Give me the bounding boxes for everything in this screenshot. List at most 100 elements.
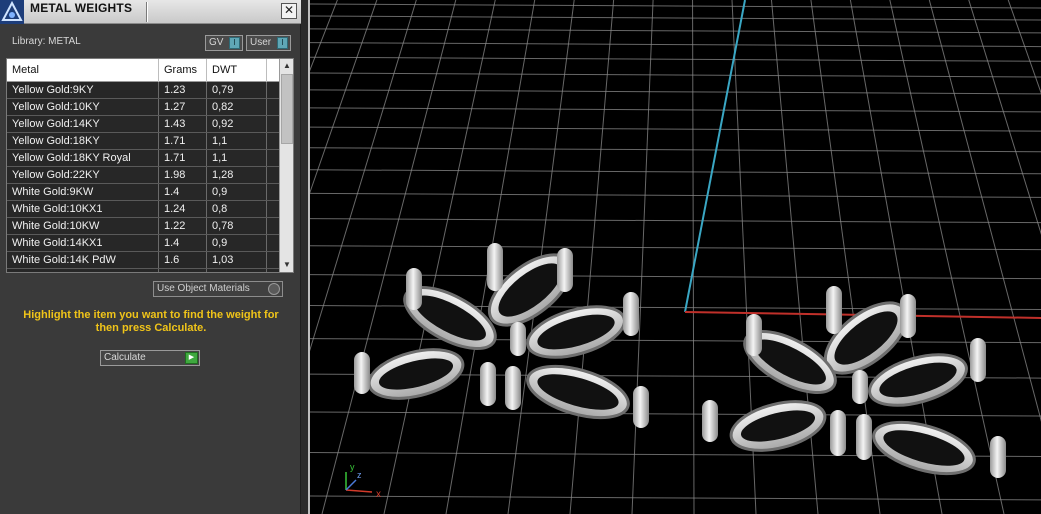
grid-line bbox=[310, 107, 1041, 113]
grid-line bbox=[310, 0, 317, 514]
close-button[interactable]: ✕ bbox=[281, 3, 297, 19]
grid-line bbox=[310, 28, 1041, 34]
grid-line bbox=[310, 15, 1041, 21]
row-spacer bbox=[267, 116, 279, 132]
dwt-cell: 0,9 bbox=[207, 235, 267, 251]
metal-weights-panel: METAL WEIGHTS ✕ Library: METAL GV I User… bbox=[0, 0, 301, 514]
table-scrollbar[interactable]: ▲ ▼ bbox=[279, 59, 293, 272]
grid-line bbox=[310, 495, 1041, 501]
grams-cell: 1.22 bbox=[159, 218, 207, 234]
dwt-cell: 0,82 bbox=[207, 99, 267, 115]
row-spacer bbox=[267, 235, 279, 251]
row-spacer bbox=[267, 150, 279, 166]
table-row[interactable]: White Gold:10KX1 1.24 0,8 bbox=[7, 201, 279, 218]
dwt-cell: 1,1 bbox=[207, 133, 267, 149]
app-window: METAL WEIGHTS ✕ Library: METAL GV I User… bbox=[0, 0, 1041, 514]
grams-cell: 1.34 bbox=[159, 269, 207, 272]
grams-cell: 1.23 bbox=[159, 82, 207, 98]
calculate-label: Calculate bbox=[104, 352, 146, 363]
row-spacer bbox=[267, 269, 279, 272]
calculate-button[interactable]: Calculate ▶ bbox=[100, 350, 200, 366]
table-row[interactable]: Yellow Gold:18KY Royal 1.71 1,1 bbox=[7, 150, 279, 167]
grams-cell: 1.43 bbox=[159, 116, 207, 132]
table-row[interactable]: Yellow Gold:22KY 1.98 1,28 bbox=[7, 167, 279, 184]
row-spacer bbox=[267, 133, 279, 149]
metal-cell: Yellow Gold:14KY bbox=[7, 116, 159, 132]
dwt-cell: 0,79 bbox=[207, 82, 267, 98]
metal-cell: Yellow Gold:22KY bbox=[7, 167, 159, 183]
grid-line bbox=[310, 147, 1041, 153]
axis-y-label: y bbox=[350, 462, 355, 472]
grid-line bbox=[310, 0, 417, 352]
dwt-cell: 0,92 bbox=[207, 116, 267, 132]
table-row[interactable]: Yellow Gold:9KY 1.23 0,79 bbox=[7, 82, 279, 99]
user-toggle-knob-icon: I bbox=[277, 37, 288, 49]
axis-x-label: x bbox=[376, 489, 381, 500]
scroll-thumb[interactable] bbox=[281, 74, 293, 144]
grid-line bbox=[310, 411, 1041, 417]
dwt-cell: 1,1 bbox=[207, 150, 267, 166]
grid-line bbox=[569, 0, 615, 514]
play-arrow-icon: ▶ bbox=[185, 352, 198, 364]
scroll-down-icon[interactable]: ▼ bbox=[280, 258, 293, 272]
grams-cell: 1.71 bbox=[159, 133, 207, 149]
metal-cell: White Gold:14KW bbox=[7, 269, 159, 272]
dwt-cell: 1,28 bbox=[207, 167, 267, 183]
earring-model-left[interactable] bbox=[354, 242, 649, 428]
grid-line bbox=[310, 0, 378, 194]
table-row[interactable]: Yellow Gold:10KY 1.27 0,82 bbox=[7, 99, 279, 116]
metal-cell: White Gold:10KW bbox=[7, 218, 159, 234]
row-spacer bbox=[267, 218, 279, 234]
panel-titlebar[interactable]: METAL WEIGHTS ✕ bbox=[0, 0, 301, 24]
dwt-cell: 0,8 bbox=[207, 269, 267, 272]
table-row[interactable]: White Gold:10KW 1.22 0,78 bbox=[7, 218, 279, 235]
library-label: Library: METAL bbox=[12, 36, 81, 47]
gv-library-toggle[interactable]: GV I bbox=[205, 35, 243, 51]
metal-cell: Yellow Gold:18KY Royal bbox=[7, 150, 159, 166]
row-spacer bbox=[267, 252, 279, 268]
metal-cell: White Gold:9KW bbox=[7, 184, 159, 200]
row-spacer bbox=[267, 167, 279, 183]
grid-line bbox=[310, 338, 1041, 344]
grams-cell: 1.24 bbox=[159, 201, 207, 217]
grams-cell: 1.4 bbox=[159, 235, 207, 251]
row-spacer bbox=[267, 201, 279, 217]
metal-cell: White Gold:14KX1 bbox=[7, 235, 159, 251]
table-row[interactable]: Yellow Gold:18KY 1.71 1,1 bbox=[7, 133, 279, 150]
grid-line bbox=[310, 126, 1041, 132]
grid-line bbox=[692, 0, 695, 514]
grid-line bbox=[310, 245, 1041, 251]
metal-cell: White Gold:14K PdW bbox=[7, 252, 159, 268]
gv-toggle-knob-icon: I bbox=[229, 37, 240, 49]
column-header-dwt[interactable]: DWT bbox=[207, 59, 267, 82]
table-row[interactable]: White Gold:14KW1.340,8 bbox=[7, 269, 279, 272]
table-header: Metal Grams DWT bbox=[7, 59, 279, 82]
grid-line bbox=[310, 218, 1041, 224]
table-row[interactable]: Yellow Gold:14KY 1.43 0,92 bbox=[7, 116, 279, 133]
grams-cell: 1.27 bbox=[159, 99, 207, 115]
axis-z-label: z bbox=[357, 470, 362, 480]
column-header-metal[interactable]: Metal bbox=[7, 59, 159, 82]
instruction-text: Highlight the item you want to find the … bbox=[23, 309, 279, 334]
grams-cell: 1.4 bbox=[159, 184, 207, 200]
table-row[interactable]: White Gold:9KW 1.4 0,9 bbox=[7, 184, 279, 201]
user-library-toggle[interactable]: User I bbox=[246, 35, 291, 51]
metal-cell: Yellow Gold:18KY bbox=[7, 133, 159, 149]
grid-line bbox=[310, 0, 351, 514]
scroll-up-icon[interactable]: ▲ bbox=[280, 59, 293, 73]
column-header-grams[interactable]: Grams bbox=[159, 59, 207, 82]
table-row[interactable]: White Gold:14KX1 1.4 0,9 bbox=[7, 235, 279, 252]
dwt-cell: 0,9 bbox=[207, 184, 267, 200]
metal-table: Metal Grams DWT Yellow Gold:9KY 1.23 0,79 Y… bbox=[6, 58, 294, 273]
metal-cell: Yellow Gold:9KY bbox=[7, 82, 159, 98]
radio-icon bbox=[268, 283, 280, 295]
app-logo-icon bbox=[0, 0, 24, 24]
use-object-materials-toggle[interactable]: Use Object Materials bbox=[153, 281, 283, 297]
grams-cell: 1.6 bbox=[159, 252, 207, 268]
dwt-cell: 0,78 bbox=[207, 218, 267, 234]
table-row[interactable]: White Gold:14K PdW 1.6 1,03 bbox=[7, 252, 279, 269]
viewport-canvas[interactable]: x y z bbox=[310, 0, 1041, 514]
grid-line bbox=[310, 56, 1041, 62]
3d-viewport[interactable]: x y z bbox=[308, 0, 1041, 514]
y-axis-line bbox=[684, 0, 746, 313]
